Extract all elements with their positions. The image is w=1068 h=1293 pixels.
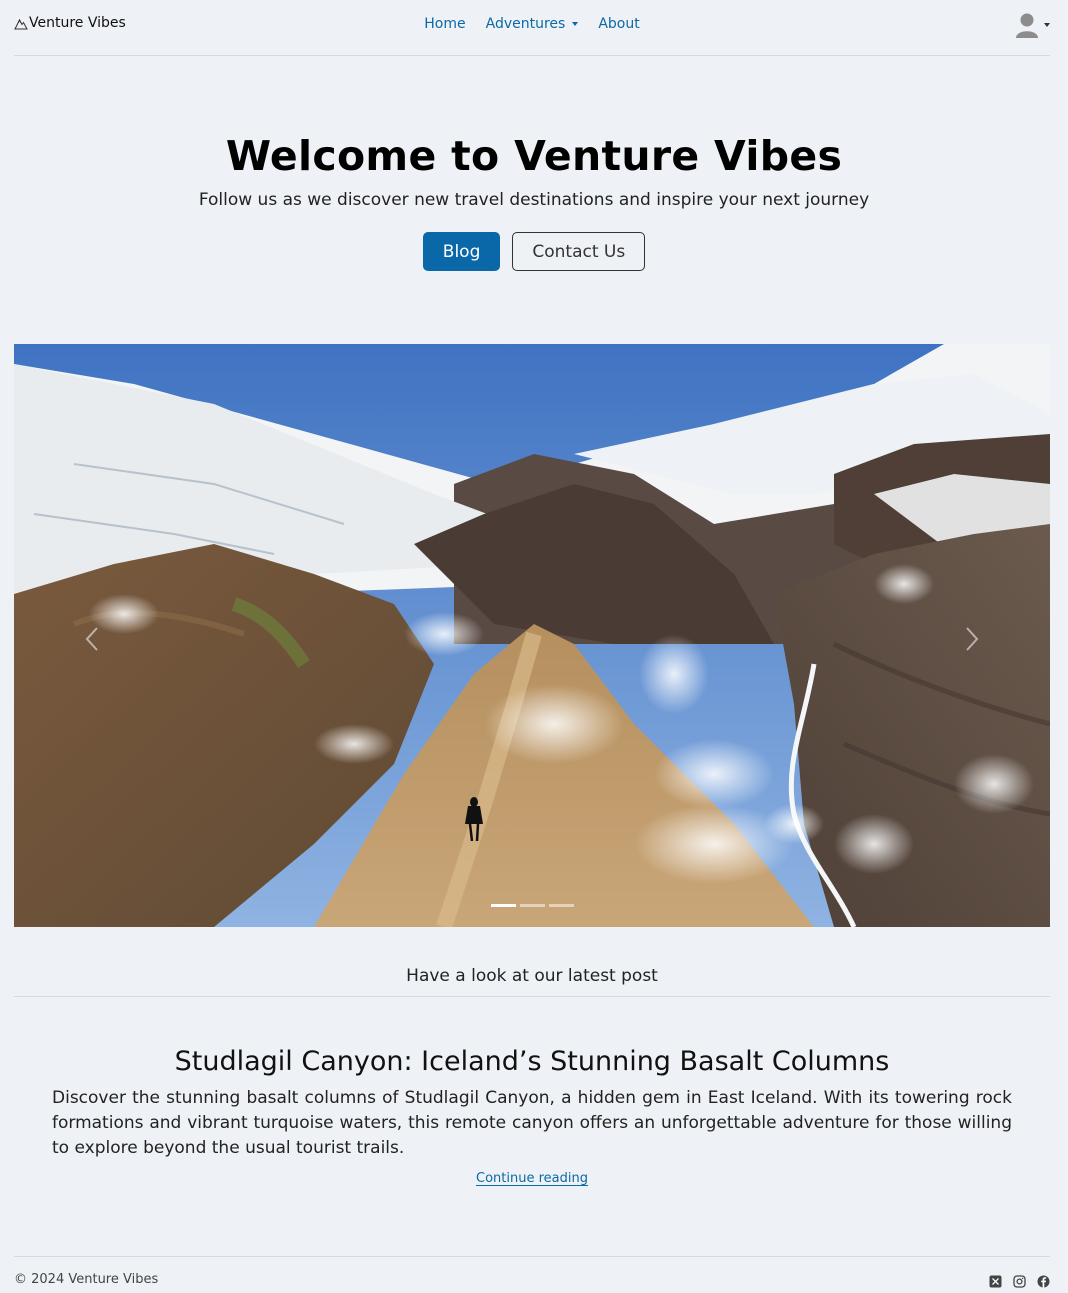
post-title: Studlagil Canyon: Iceland’s Stunning Bas… [174, 1046, 890, 1077]
instagram-icon[interactable] [1013, 1273, 1026, 1288]
x-twitter-icon[interactable] [989, 1273, 1002, 1288]
nav-about[interactable]: About [598, 16, 639, 32]
latest-post-heading: Have a look at our latest post [406, 966, 658, 986]
carousel-next-icon[interactable] [956, 624, 986, 654]
nav-adventures-dropdown[interactable]: Adventures [486, 16, 579, 32]
carousel-indicators [14, 904, 1050, 907]
continue-reading-link[interactable]: Continue reading [476, 1171, 588, 1186]
chevron-down-icon [1044, 23, 1050, 27]
footer: © 2024 Venture Vibes [14, 1256, 1050, 1293]
divider [14, 996, 1050, 997]
carousel-indicator[interactable] [548, 904, 574, 907]
facebook-icon[interactable] [1037, 1273, 1050, 1288]
user-menu-toggle[interactable] [1015, 12, 1050, 38]
hero-buttons: Blog Contact Us [0, 232, 1068, 271]
carousel-indicator[interactable] [490, 904, 516, 907]
blog-button[interactable]: Blog [422, 232, 501, 271]
social-links [989, 1273, 1050, 1288]
latest-post: Studlagil Canyon: Iceland’s Stunning Bas… [52, 1046, 1012, 1186]
read-more-wrapper: Continue reading [52, 1167, 1012, 1186]
contact-us-button[interactable]: Contact Us [512, 232, 646, 271]
main-nav: Home Adventures About [14, 16, 1050, 32]
nav-home[interactable]: Home [424, 16, 465, 32]
user-avatar-icon [1016, 13, 1038, 38]
navbar: Venture Vibes Home Adventures About [14, 0, 1050, 56]
post-excerpt: Discover the stunning basalt columns of … [52, 1088, 1012, 1158]
image-carousel[interactable] [14, 344, 1050, 927]
hero-title: Welcome to Venture Vibes [225, 132, 843, 180]
nav-adventures-label: Adventures [485, 16, 566, 32]
copyright-text: © 2024 Venture Vibes [14, 1272, 159, 1287]
carousel-prev-icon[interactable] [78, 624, 108, 654]
hero-subtitle: Follow us as we discover new travel dest… [198, 190, 870, 210]
hero-section: Welcome to Venture Vibes Follow us as we… [0, 132, 1068, 271]
chevron-down-icon [572, 22, 579, 26]
carousel-indicator[interactable] [519, 904, 545, 907]
carousel-slide-image [14, 344, 1050, 927]
